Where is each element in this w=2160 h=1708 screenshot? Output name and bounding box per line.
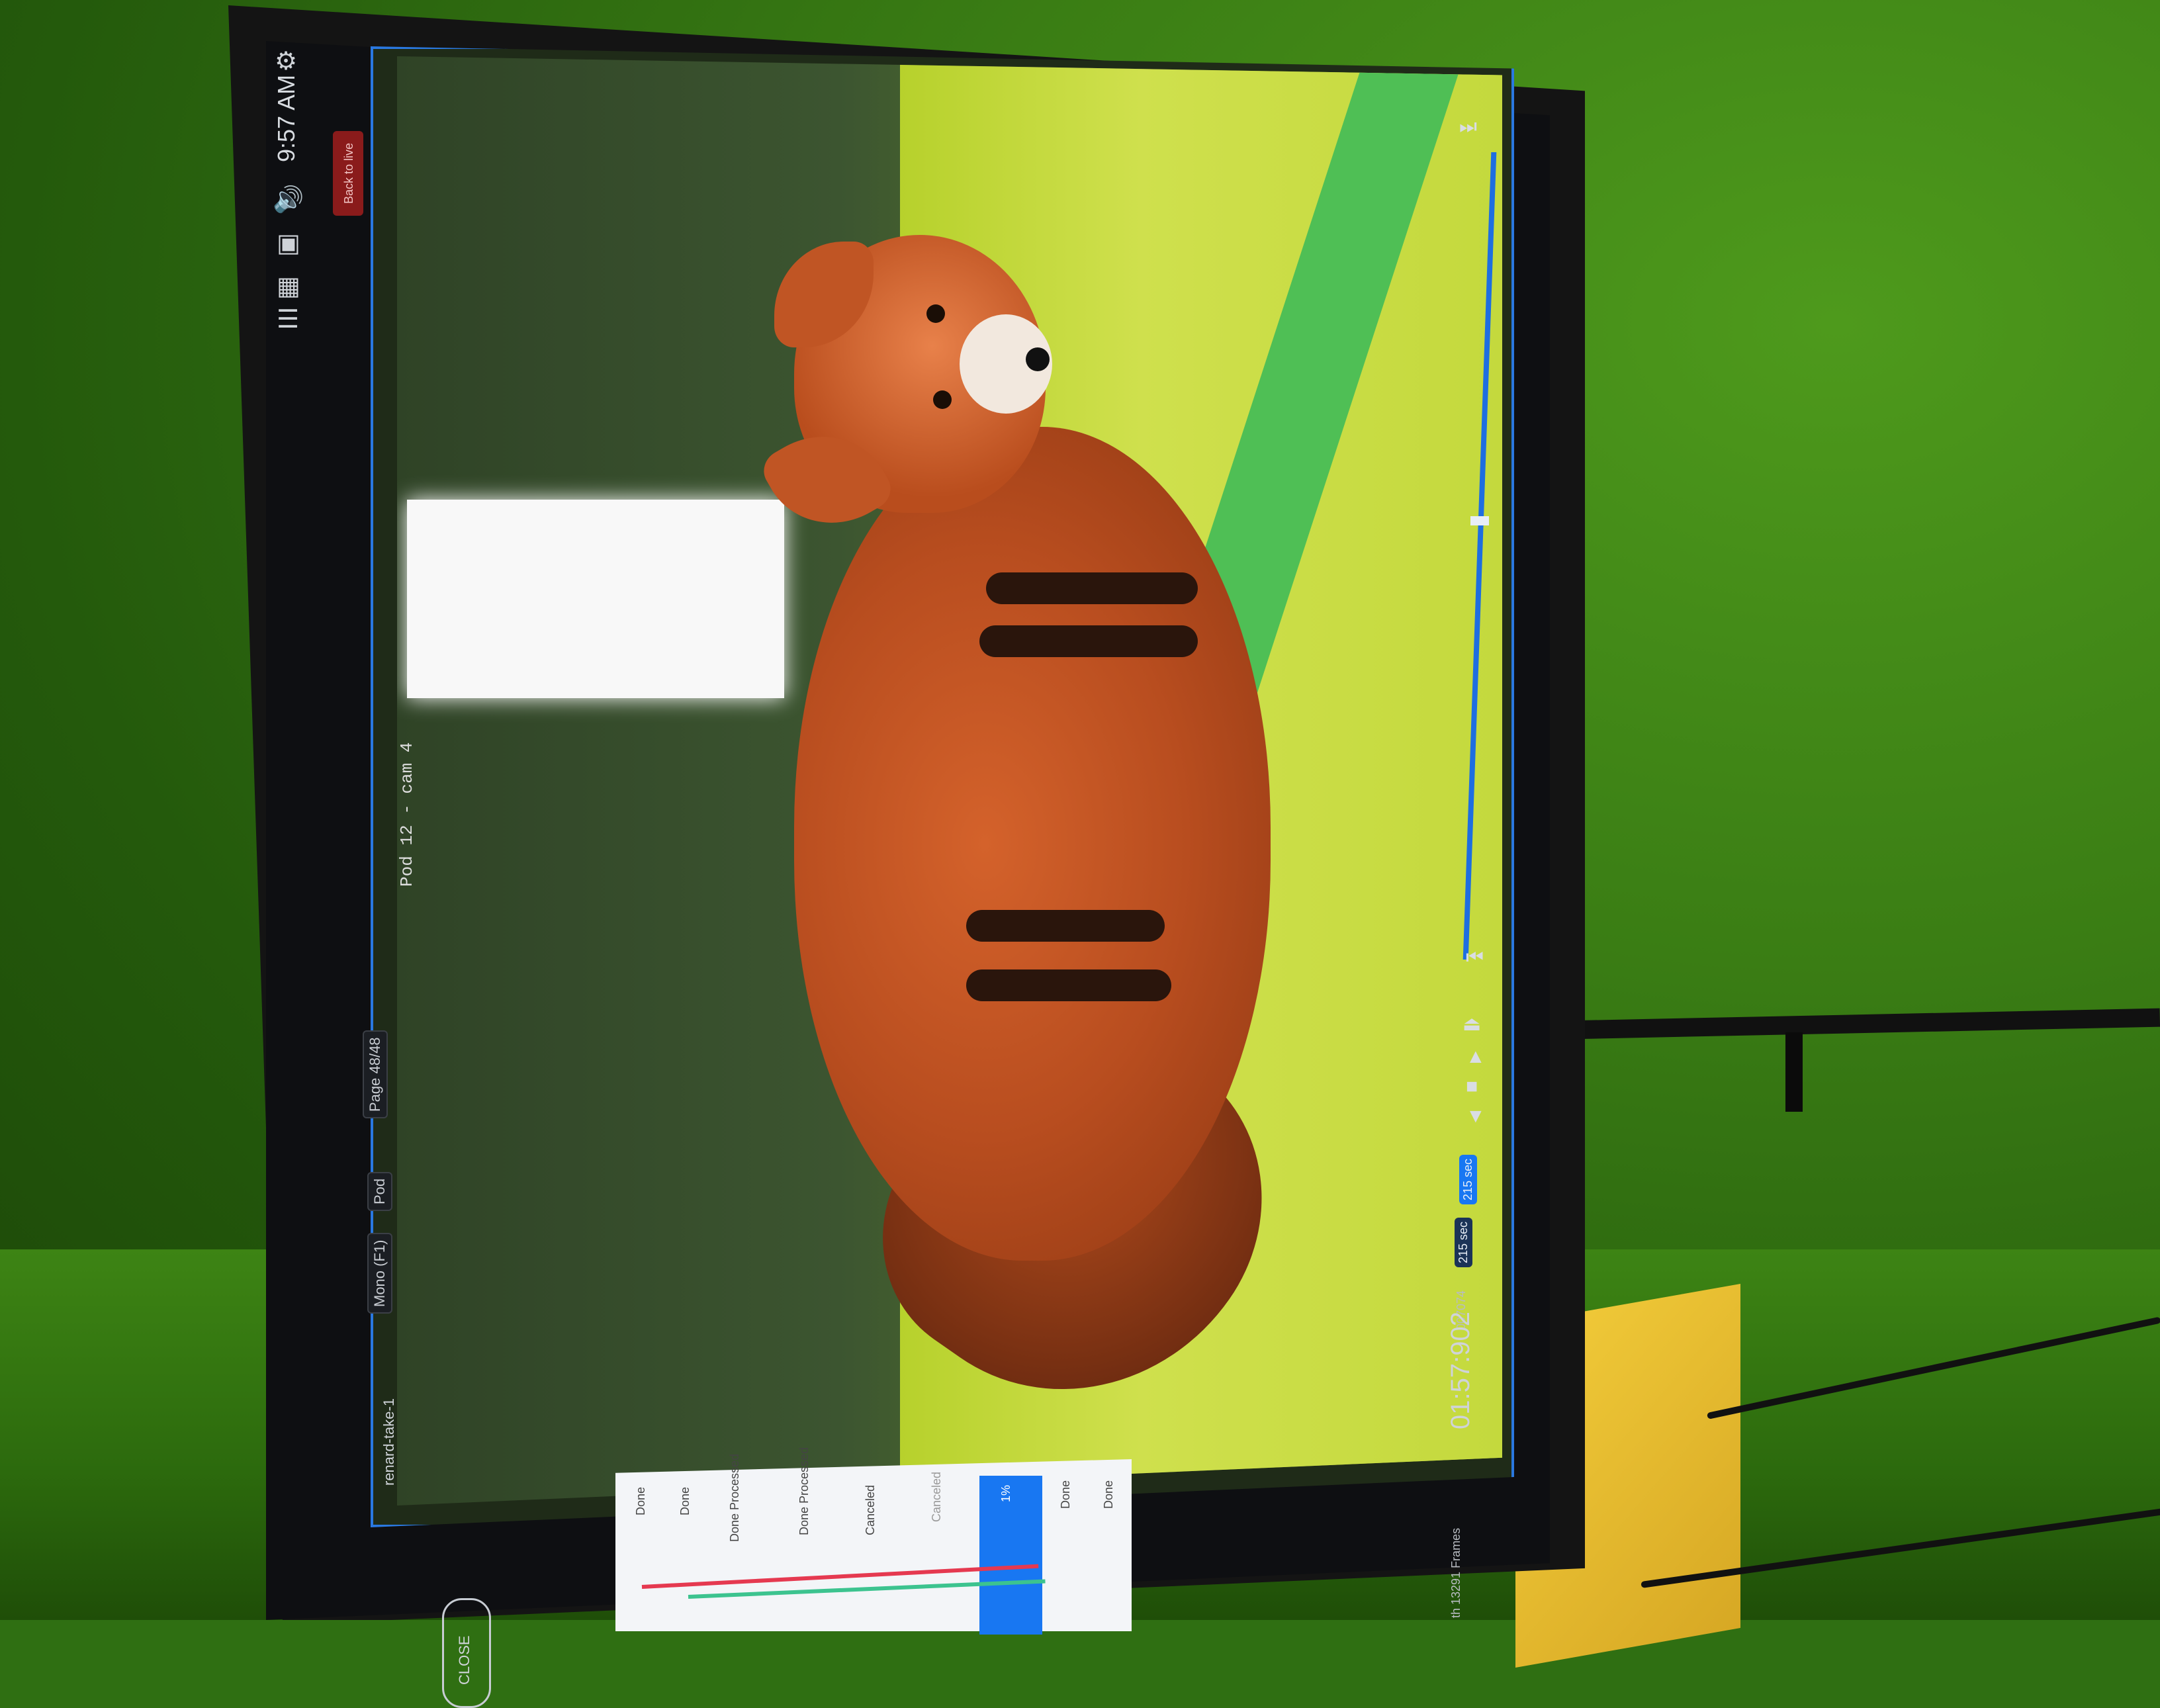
status-row: Canceled <box>930 1471 943 1522</box>
bright-window <box>407 500 784 698</box>
fox-nose <box>1026 347 1050 371</box>
status-row: Done <box>678 1486 692 1515</box>
status-progress-percent: 1% <box>999 1484 1012 1502</box>
camera-feed <box>397 56 1502 1506</box>
back-to-live-button[interactable]: Back to live <box>333 131 363 216</box>
take-name: renard-take-1 <box>381 1398 397 1486</box>
step-back-icon[interactable]: ▼ <box>1466 1105 1486 1128</box>
close-label: CLOSE <box>456 1635 472 1685</box>
fox-eye <box>933 390 952 409</box>
status-row: Done Processed <box>797 1447 811 1535</box>
status-row: Done <box>1102 1480 1115 1509</box>
fox-body <box>794 427 1271 1261</box>
mono-toggle[interactable]: Mono (F1) <box>367 1233 392 1314</box>
status-row: Done <box>634 1486 647 1515</box>
status-row: Done Processed <box>728 1453 741 1542</box>
fox-hind-leg <box>966 969 1171 1001</box>
keyboard-layout-icon[interactable]: ▣ <box>277 228 300 258</box>
system-clock: 9:57 AM <box>273 74 300 162</box>
fox-hind-leg <box>966 910 1165 942</box>
back-to-live-label: Back to live <box>342 142 355 204</box>
network-status-icon: ▦ <box>277 273 300 300</box>
playback-rate-chip[interactable]: 215 sec <box>1455 1217 1472 1267</box>
timecode: 01:57:902 <box>1446 1312 1475 1429</box>
volume-icon[interactable]: 🔊 <box>273 185 304 214</box>
f1-shortcut: (F1) <box>371 1239 388 1267</box>
skip-to-start-icon[interactable]: ⏮ <box>1466 946 1484 969</box>
skip-to-end-icon[interactable]: ⏭ <box>1459 116 1477 138</box>
fox-front-leg <box>979 625 1198 657</box>
timeline-handle[interactable] <box>1470 516 1489 525</box>
eject-icon[interactable]: ⏏ <box>1462 1012 1481 1036</box>
app-menu-icon[interactable]: ☰ <box>277 304 299 334</box>
status-row: Done <box>1059 1480 1072 1509</box>
status-row: Canceled <box>864 1484 877 1535</box>
settings-gear-icon[interactable]: ⚙ <box>275 46 297 76</box>
camera-label: Pod 12 - cam 4 <box>397 742 417 887</box>
page-indicator: Page 48/48 <box>363 1030 388 1118</box>
page-label: Page 48/48 <box>367 1037 383 1112</box>
desk-leg <box>1785 1032 1803 1112</box>
mono-label: Mono <box>371 1270 388 1307</box>
play-icon[interactable]: ▲ <box>1466 1046 1486 1068</box>
stop-icon[interactable]: ■ <box>1466 1075 1478 1098</box>
frames-note: th 13291 Frames <box>1449 1527 1462 1618</box>
fox-eye <box>926 304 945 323</box>
pod-label: Pod <box>371 1178 388 1204</box>
close-button[interactable]: CLOSE <box>442 1598 491 1708</box>
pod-selector[interactable]: Pod <box>367 1171 392 1211</box>
fox-front-leg <box>986 572 1198 604</box>
playback-rate-chip[interactable]: 215 sec <box>1459 1154 1477 1204</box>
